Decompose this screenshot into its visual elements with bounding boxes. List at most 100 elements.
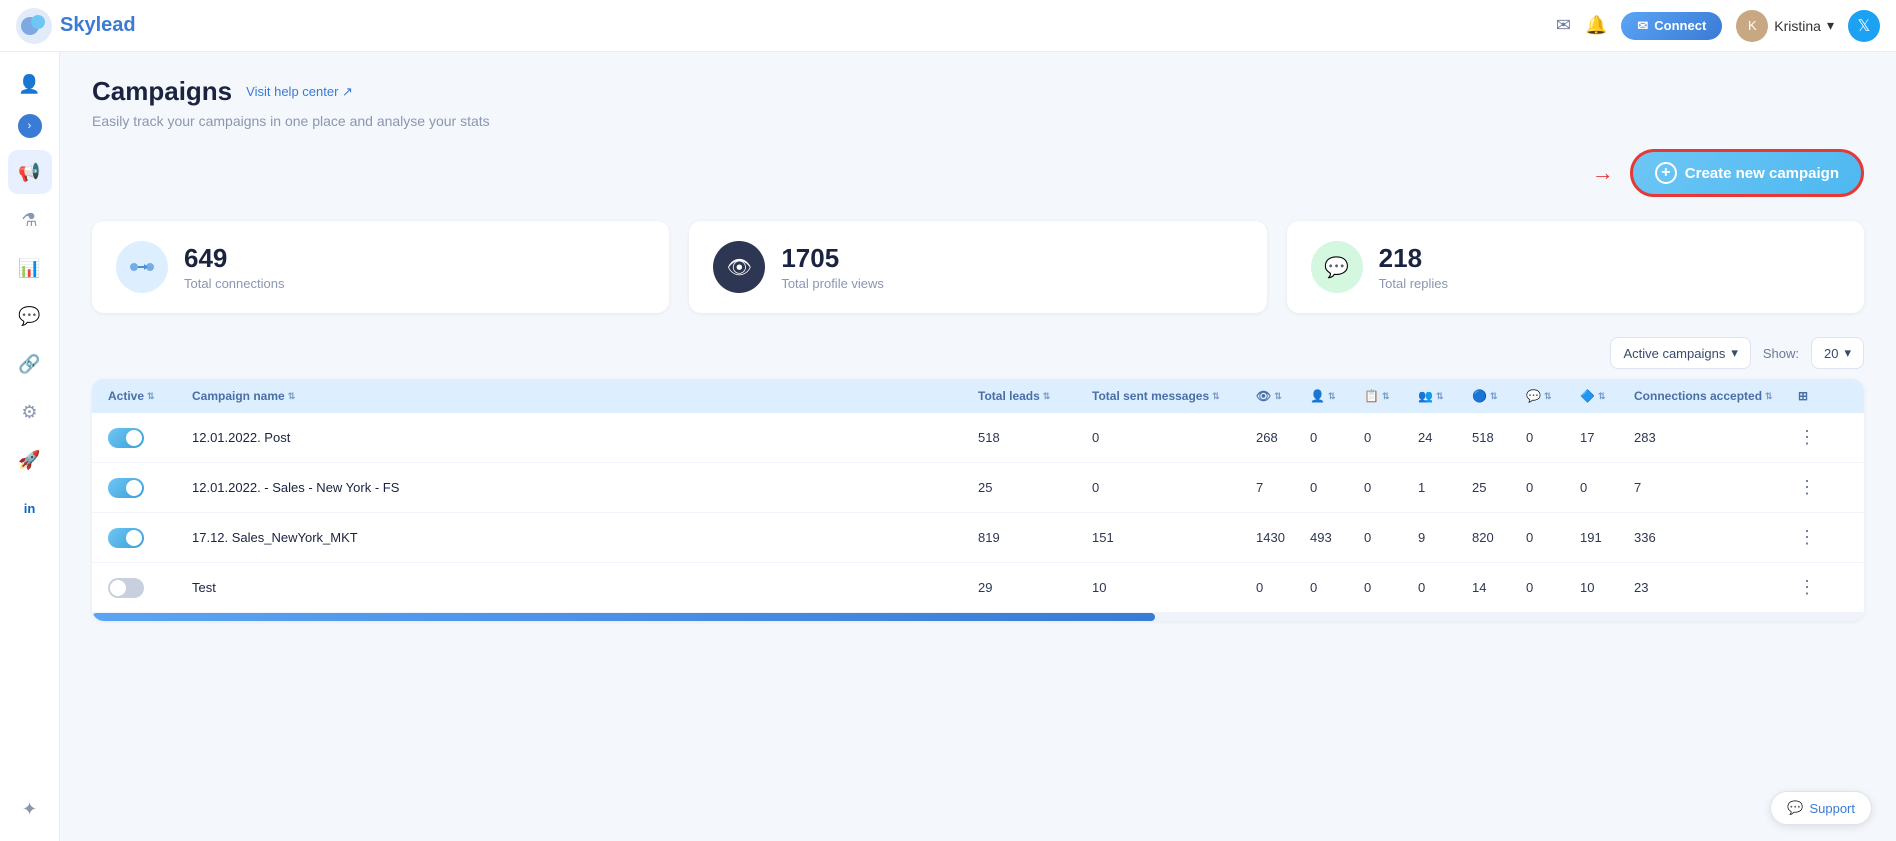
sidebar-item-link[interactable]: 🔗 <box>8 342 52 386</box>
th-col6[interactable]: 👤⇅ <box>1310 389 1360 403</box>
show-label: Show: <box>1763 346 1799 361</box>
support-label: Support <box>1809 801 1855 816</box>
row4-active-cell <box>108 578 188 598</box>
stat-card-profile-views: 👁 1705 Total profile views <box>689 221 1266 313</box>
th-col7[interactable]: 📋⇅ <box>1364 389 1414 403</box>
row1-active-toggle[interactable] <box>108 428 144 448</box>
row1-c8: 24 <box>1418 430 1468 445</box>
row4-c9: 14 <box>1472 580 1522 595</box>
row3-c9: 820 <box>1472 530 1522 545</box>
header-actions: → + Create new campaign <box>92 149 1864 197</box>
row4-actions[interactable]: ⋮ <box>1798 577 1848 598</box>
th-campaign-sort-icon: ⇅ <box>288 391 296 402</box>
th-c6-sort: ⇅ <box>1328 391 1336 402</box>
row1-c5: 268 <box>1256 430 1306 445</box>
row2-active-toggle[interactable] <box>108 478 144 498</box>
campaign-filter-dropdown[interactable]: Active campaigns ▾ <box>1610 337 1750 369</box>
sidebar-item-messages[interactable]: 💬 <box>8 294 52 338</box>
th-col8[interactable]: 👥⇅ <box>1418 389 1468 403</box>
th-col9[interactable]: 🔵⇅ <box>1472 389 1522 403</box>
logo-icon <box>16 8 52 44</box>
horizontal-scrollbar[interactable] <box>92 613 1864 621</box>
app-body: 👤 › 📢 ⚗ 📊 💬 🔗 ⚙ 🚀 in ✦ <box>0 52 1896 841</box>
stat-card-connections: 649 Total connections <box>92 221 669 313</box>
sidebar-item-analytics[interactable]: 📊 <box>8 246 52 290</box>
row4-active-toggle[interactable] <box>108 578 144 598</box>
row3-total-leads: 819 <box>978 530 1088 545</box>
connect-label: Connect <box>1654 18 1706 33</box>
connections-label: Total connections <box>184 276 284 291</box>
sidebar-item-campaigns[interactable]: 📢 <box>8 150 52 194</box>
th-col11[interactable]: 🔷⇅ <box>1580 389 1630 403</box>
row3-c5: 1430 <box>1256 530 1306 545</box>
row1-total-sent: 0 <box>1092 430 1252 445</box>
th-total-leads[interactable]: Total leads ⇅ <box>978 389 1088 403</box>
th-connections-accepted[interactable]: Connections accepted ⇅ <box>1634 389 1794 403</box>
sidebar-collapse-button[interactable]: › <box>18 114 42 138</box>
show-count-dropdown[interactable]: 20 ▾ <box>1811 337 1864 369</box>
mail-small-icon: ✉ <box>1637 18 1648 34</box>
th-conn-sort-icon: ⇅ <box>1765 391 1773 402</box>
row1-campaign-name: 12.01.2022. Post <box>192 430 974 445</box>
support-button[interactable]: 💬 Support <box>1770 791 1872 825</box>
row1-c7: 0 <box>1364 430 1414 445</box>
row1-c6: 0 <box>1310 430 1360 445</box>
th-c7-sort: ⇅ <box>1382 391 1390 402</box>
sidebar-item-rocket[interactable]: 🚀 <box>8 438 52 482</box>
table-row: 12.01.2022. - Sales - New York - FS 25 0… <box>92 463 1864 513</box>
th-col5[interactable]: 👁⇅ <box>1256 389 1306 403</box>
th-leads-sort-icon: ⇅ <box>1043 391 1051 402</box>
row1-c11: 17 <box>1580 430 1630 445</box>
row1-actions[interactable]: ⋮ <box>1798 427 1848 448</box>
sidebar-item-filter[interactable]: ⚗ <box>8 198 52 242</box>
user-menu[interactable]: K Kristina ▾ <box>1736 10 1834 42</box>
th-active[interactable]: Active ⇅ <box>108 389 188 403</box>
sidebar-item-linkedin[interactable]: in <box>8 486 52 530</box>
linkedin-icon: in <box>24 501 36 516</box>
user-name: Kristina <box>1774 18 1821 34</box>
connect-button[interactable]: ✉ Connect <box>1621 12 1722 40</box>
show-chevron-icon: ▾ <box>1844 345 1851 361</box>
eye-icon: 👁 <box>727 255 752 280</box>
mail-icon[interactable]: ✉ <box>1556 15 1571 36</box>
th-sent-sort-icon: ⇅ <box>1212 391 1220 402</box>
settings-icon: ⚙ <box>21 402 37 423</box>
chevron-right-icon: › <box>28 120 32 132</box>
row2-connections-accepted: 7 <box>1634 480 1794 495</box>
toggle-knob <box>126 430 142 446</box>
row4-campaign-name: Test <box>192 580 974 595</box>
navbar-right: ✉ 🔔 ✉ Connect K Kristina ▾ 𝕏 <box>1556 10 1880 42</box>
th-active-label: Active <box>108 389 144 403</box>
create-campaign-button[interactable]: + Create new campaign <box>1630 149 1864 197</box>
th-total-sent[interactable]: Total sent messages ⇅ <box>1092 389 1252 403</box>
sidebar-item-profile[interactable]: 👤 <box>8 62 52 106</box>
row4-c10: 0 <box>1526 580 1576 595</box>
link-icon: 🔗 <box>18 354 40 375</box>
row4-c6: 0 <box>1310 580 1360 595</box>
campaigns-icon: 📢 <box>18 162 40 183</box>
logo[interactable]: Skylead <box>16 8 1556 44</box>
navbar: Skylead ✉ 🔔 ✉ Connect K Kristina ▾ 𝕏 <box>0 0 1896 52</box>
row1-c10: 0 <box>1526 430 1576 445</box>
sidebar-item-settings[interactable]: ⚙ <box>8 390 52 434</box>
avatar: K <box>1736 10 1768 42</box>
sidebar-item-bottom[interactable]: ✦ <box>8 787 52 831</box>
page-title-row: Campaigns Visit help center ↗ <box>92 76 1864 107</box>
grid-icon: ⊞ <box>1798 389 1808 403</box>
chevron-down-icon: ▾ <box>1827 17 1834 34</box>
twitter-icon[interactable]: 𝕏 <box>1848 10 1880 42</box>
row3-actions[interactable]: ⋮ <box>1798 527 1848 548</box>
replies-number: 218 <box>1379 243 1448 274</box>
rocket-icon: 🚀 <box>18 450 40 471</box>
row1-connections-accepted: 283 <box>1634 430 1794 445</box>
dropdown-chevron-icon: ▾ <box>1731 345 1738 361</box>
th-col10[interactable]: 💬⇅ <box>1526 389 1576 403</box>
row2-actions[interactable]: ⋮ <box>1798 477 1848 498</box>
row2-total-sent: 0 <box>1092 480 1252 495</box>
row3-connections-accepted: 336 <box>1634 530 1794 545</box>
bell-icon[interactable]: 🔔 <box>1585 15 1607 36</box>
help-link[interactable]: Visit help center ↗ <box>246 84 353 100</box>
row3-active-toggle[interactable] <box>108 528 144 548</box>
sidebar: 👤 › 📢 ⚗ 📊 💬 🔗 ⚙ 🚀 in ✦ <box>0 52 60 841</box>
th-campaign-name[interactable]: Campaign name ⇅ <box>192 389 974 403</box>
